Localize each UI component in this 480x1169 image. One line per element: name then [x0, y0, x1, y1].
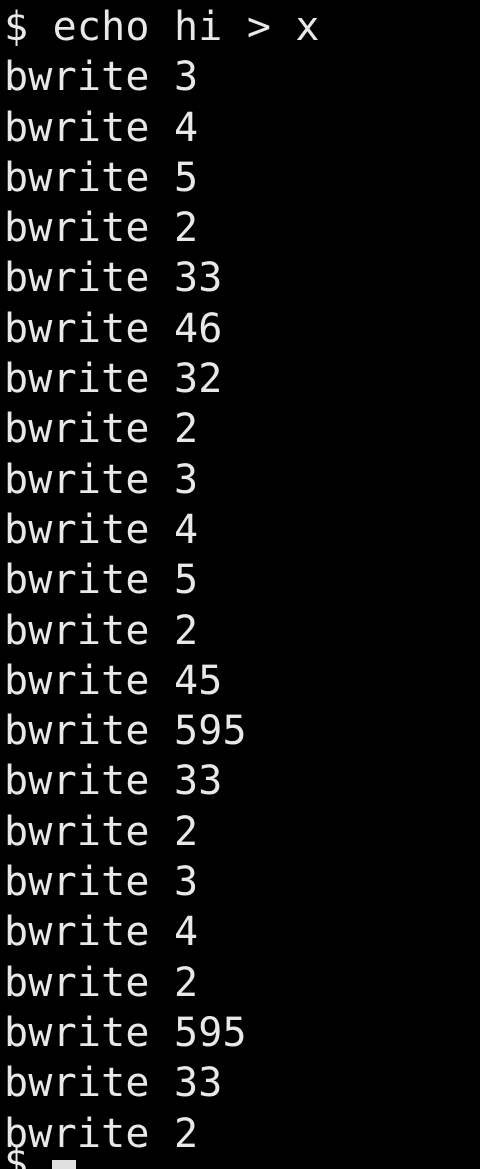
- output-line: bwrite 2: [4, 607, 199, 654]
- output-line: bwrite 33: [4, 1060, 223, 1107]
- output-line: bwrite 5: [4, 154, 199, 201]
- output-line: bwrite 2: [4, 205, 199, 252]
- output-line: bwrite 3: [4, 456, 199, 503]
- output-line: bwrite 45: [4, 657, 223, 704]
- output-line: bwrite 4: [4, 104, 199, 151]
- terminal-window[interactable]: $ echo hi > x bwrite 3 bwrite 4 bwrite 5…: [0, 0, 480, 1169]
- text-cursor[interactable]: [52, 1160, 76, 1169]
- command-line: $ echo hi > x: [4, 4, 320, 50]
- output-line: bwrite 2: [4, 808, 199, 855]
- output-line: bwrite 2: [4, 1110, 199, 1157]
- output-line: bwrite 33: [4, 758, 223, 805]
- output-line: bwrite 5: [4, 557, 199, 604]
- output-line: bwrite 3: [4, 859, 199, 906]
- output-line: bwrite 3: [4, 54, 199, 101]
- terminal-output: $ echo hi > x bwrite 3 bwrite 4 bwrite 5…: [4, 2, 320, 1159]
- output-line: bwrite 46: [4, 305, 223, 352]
- output-line: bwrite 2: [4, 959, 199, 1006]
- output-line: bwrite 595: [4, 708, 247, 755]
- output-line: bwrite 595: [4, 1009, 247, 1056]
- output-line: bwrite 4: [4, 506, 199, 553]
- output-line: bwrite 33: [4, 255, 223, 302]
- output-line: bwrite 2: [4, 406, 199, 453]
- output-line: bwrite 4: [4, 909, 199, 956]
- output-line: bwrite 32: [4, 356, 223, 403]
- shell-prompt: $: [4, 1140, 29, 1169]
